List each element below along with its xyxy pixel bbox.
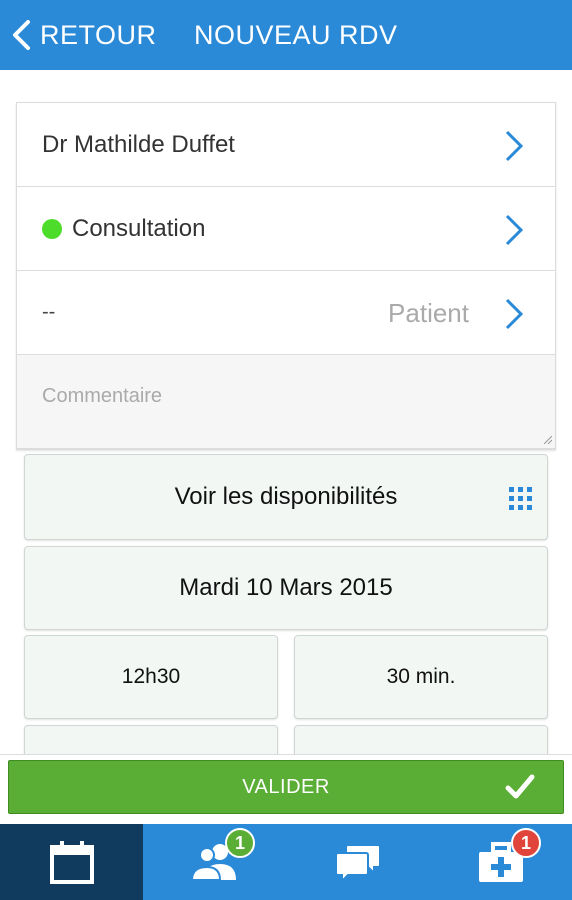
calendar-icon	[49, 841, 94, 884]
patient-value: --	[42, 301, 56, 323]
doctor-name: Dr Mathilde Duffet	[42, 130, 235, 158]
duration-label: 30 min.	[386, 665, 456, 688]
checkmark-icon	[505, 774, 535, 799]
date-label: Mardi 10 Mars 2015	[179, 574, 393, 601]
messages-icon	[334, 844, 381, 883]
tab-medical[interactable]	[429, 824, 572, 900]
submit-button[interactable]: VALIDER	[8, 760, 564, 814]
comment-placeholder: Commentaire	[42, 385, 163, 407]
back-button[interactable]: RETOUR	[10, 14, 157, 56]
chevron-left-icon	[13, 20, 30, 50]
appointment-type-row[interactable]: Consultation	[17, 187, 555, 271]
messages-badge: 1	[225, 828, 255, 858]
bottom-tab-bar: 1 1	[0, 824, 572, 900]
chevron-right-icon	[505, 130, 524, 162]
chevron-right-icon	[505, 214, 524, 246]
chevron-right-icon	[505, 298, 524, 330]
partial-button-left[interactable]	[24, 725, 278, 754]
top-bar: RETOUR NOUVEAU RDV	[0, 0, 572, 70]
duration-button[interactable]: 30 min.	[294, 635, 548, 719]
comment-field[interactable]: Commentaire	[17, 355, 555, 449]
availability-label: Voir les disponibilités	[174, 483, 398, 510]
tab-contacts[interactable]	[143, 824, 286, 900]
partial-button-right[interactable]	[294, 725, 548, 754]
medical-badge: 1	[511, 828, 541, 858]
status-dot	[42, 218, 62, 239]
doctor-row[interactable]: Dr Mathilde Duffet	[17, 103, 555, 187]
patient-placeholder: Patient	[388, 298, 469, 328]
page-title: NOUVEAU RDV	[194, 20, 398, 50]
appointment-type: Consultation	[72, 214, 206, 242]
availability-button[interactable]: Voir les disponibilités	[24, 454, 548, 540]
tab-calendar[interactable]	[0, 824, 143, 900]
patient-row[interactable]: -- Patient	[17, 271, 555, 355]
grid-icon	[509, 487, 532, 510]
tab-messages[interactable]	[286, 824, 429, 900]
footer-divider	[0, 754, 572, 755]
time-button[interactable]: 12h30	[24, 635, 278, 719]
resize-grip-icon[interactable]	[544, 436, 552, 444]
appointment-card: Dr Mathilde Duffet Consultation -- Patie…	[16, 102, 556, 450]
back-label: RETOUR	[40, 19, 157, 50]
submit-label: VALIDER	[242, 775, 330, 798]
date-button[interactable]: Mardi 10 Mars 2015	[24, 546, 548, 630]
form-content[interactable]: Dr Mathilde Duffet Consultation -- Patie…	[0, 70, 572, 754]
time-label: 12h30	[121, 665, 181, 688]
